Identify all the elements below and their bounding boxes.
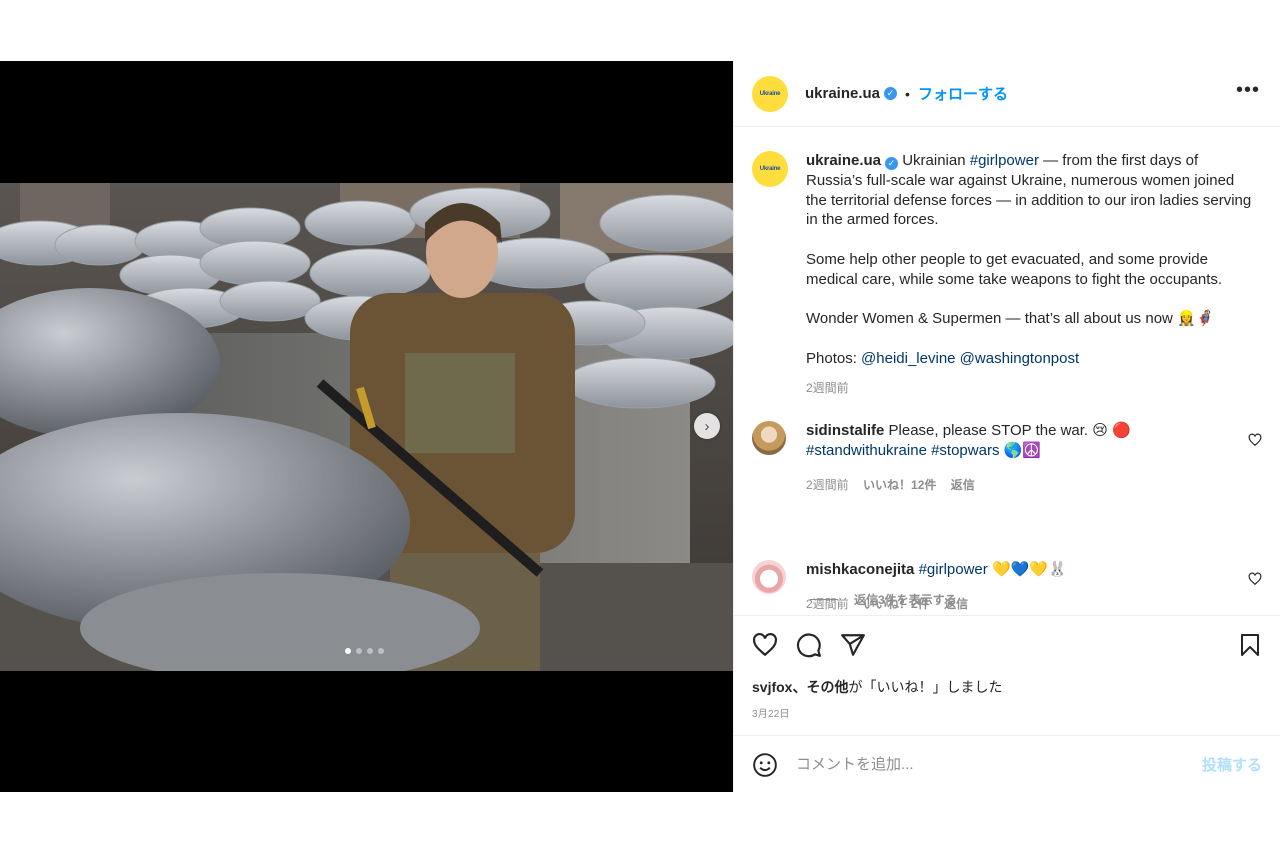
- post-comment-button[interactable]: 投稿する: [1202, 754, 1262, 775]
- comment-emoji: 🌎☮️: [1003, 442, 1041, 459]
- liked-by-others-link[interactable]: 、その他: [792, 679, 848, 695]
- account-avatar[interactable]: Ukraine: [752, 75, 788, 112]
- post-actions: svjfox、その他が「いいね！」しました 3月22日: [734, 615, 1280, 736]
- post-sidebar: Ukraine ukraine.ua ✓ • フォローする ••• Ukrain…: [733, 61, 1280, 792]
- caption-paragraph-2: Some help other people to get evacuated,…: [806, 250, 1223, 288]
- liked-by-summary: svjfox、その他が「いいね！」しました: [752, 677, 1002, 697]
- carousel-dot: [367, 648, 373, 654]
- more-options-icon[interactable]: •••: [1236, 80, 1260, 100]
- liked-by-username[interactable]: svjfox: [752, 679, 792, 695]
- add-comment-bar: 投稿する: [734, 735, 1280, 793]
- comment-emoji: 💛💙💛🐰: [991, 561, 1067, 578]
- share-paper-plane-icon[interactable]: [840, 632, 866, 658]
- comment-reply-button[interactable]: 返信: [944, 597, 968, 611]
- post-caption: Ukraine ukraine.ua ✓ Ukrainian #girlpower…: [752, 151, 1262, 399]
- caption-paragraph-3: Wonder Women & Supermen — that’s all abo…: [806, 310, 1215, 328]
- post-header: Ukraine ukraine.ua ✓ • フォローする •••: [734, 61, 1280, 127]
- follow-button[interactable]: フォローする: [918, 83, 1008, 104]
- comment-like-count[interactable]: いいね！12件: [863, 478, 936, 492]
- comment-like-count[interactable]: いいね！2件: [863, 597, 930, 611]
- verified-badge-icon: ✓: [884, 87, 898, 100]
- carousel-dot: [356, 648, 362, 654]
- commenter-avatar[interactable]: [752, 560, 786, 594]
- comment-bubble-icon[interactable]: [796, 632, 822, 658]
- emoji-icon[interactable]: [752, 752, 778, 778]
- header-separator: •: [905, 85, 910, 102]
- hashtag-link[interactable]: #standwithukraine #stopwars: [806, 442, 999, 459]
- caption-intro: Ukrainian: [902, 152, 966, 169]
- comment-item: sidinstalife Please, please STOP the war…: [752, 421, 1262, 495]
- post-media: ›: [0, 61, 733, 792]
- commenter-avatar[interactable]: [752, 421, 786, 455]
- caption-timestamp[interactable]: 2週間前: [806, 379, 1258, 399]
- mention-link[interactable]: @washingtonpost: [960, 350, 1079, 367]
- comment-like-heart-icon[interactable]: [1248, 433, 1262, 447]
- avatar-logo-text: Ukraine: [759, 90, 781, 97]
- caption-avatar[interactable]: Ukraine: [752, 151, 788, 187]
- comment-timestamp[interactable]: 2週間前: [806, 597, 849, 611]
- chevron-right-icon: ›: [704, 417, 710, 435]
- comment-input[interactable]: [794, 755, 1178, 774]
- comment-timestamp[interactable]: 2週間前: [806, 478, 849, 492]
- comment-like-heart-icon[interactable]: [1248, 572, 1262, 586]
- photos-credit-label: Photos:: [806, 349, 857, 367]
- commenter-username[interactable]: mishkaconejita: [806, 561, 914, 578]
- commenter-username[interactable]: sidinstalife: [806, 422, 884, 439]
- caption-username[interactable]: ukraine.ua: [806, 152, 881, 169]
- carousel-dot: [378, 648, 384, 654]
- comment-text: Please, please STOP the war. 😢 🔴: [888, 422, 1131, 439]
- hashtag-link[interactable]: #girlpower: [919, 561, 988, 578]
- liked-by-suffix: が「いいね！」しました: [848, 679, 1003, 695]
- carousel-indicator: [345, 648, 384, 654]
- comment-item: mishkaconejita #girlpower 💛💙💛🐰 2週間前 いいね！…: [752, 560, 1262, 614]
- comment-reply-button[interactable]: 返信: [951, 478, 975, 492]
- verified-badge-icon: ✓: [885, 157, 899, 170]
- save-bookmark-icon[interactable]: [1238, 632, 1262, 658]
- post-date[interactable]: 3月22日: [752, 705, 790, 720]
- header-username[interactable]: ukraine.ua: [805, 85, 880, 102]
- avatar-logo-text: Ukraine: [759, 166, 781, 172]
- carousel-next-button[interactable]: ›: [694, 413, 720, 439]
- mention-link[interactable]: @heidi_levine: [861, 350, 955, 367]
- hashtag-link[interactable]: #girlpower: [970, 152, 1039, 169]
- comments-scroll-area[interactable]: Ukraine ukraine.ua ✓ Ukrainian #girlpower…: [734, 127, 1280, 614]
- photo-illustration: [0, 183, 733, 671]
- post-photo[interactable]: [0, 183, 733, 671]
- instagram-post: › Ukraine ukraine.ua ✓ • フォローする ••• Ukra…: [0, 61, 1280, 792]
- like-heart-icon[interactable]: [752, 632, 778, 658]
- carousel-dot-active: [345, 648, 351, 654]
